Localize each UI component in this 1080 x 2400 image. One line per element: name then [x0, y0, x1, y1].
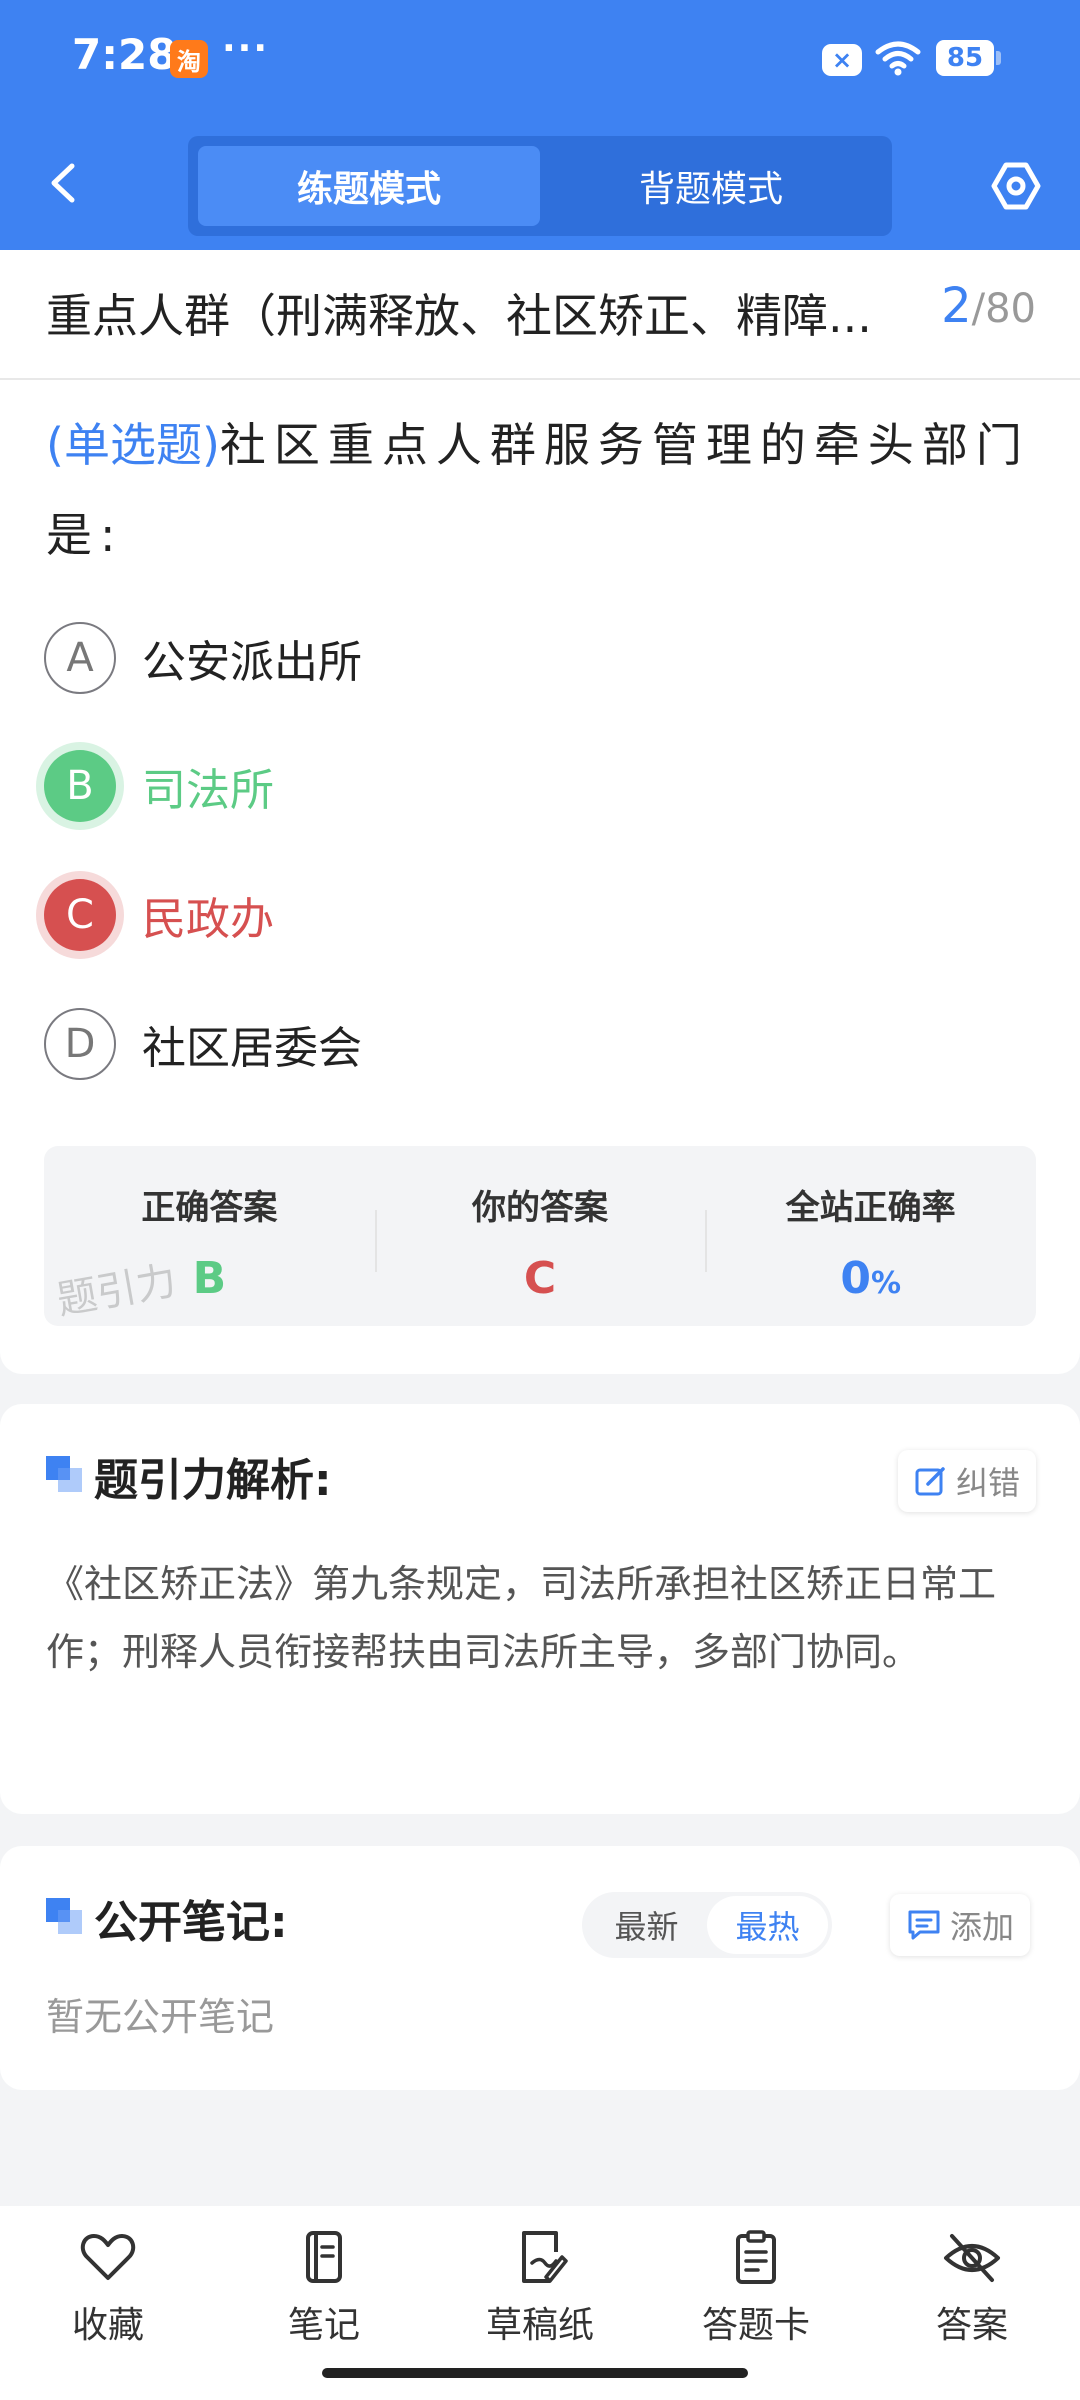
report-error-button[interactable]: 纠错 — [898, 1450, 1037, 1512]
status-time: 7:28 — [72, 30, 177, 79]
accuracy-rate-value: 0% — [840, 1253, 902, 1304]
draft-icon — [522, 2231, 568, 2283]
current-question-number: 2 — [941, 278, 972, 334]
tab-memorize-mode[interactable]: 背题模式 — [540, 146, 882, 226]
eye-off-icon — [944, 2234, 1000, 2282]
nav-label: 笔记 — [287, 2305, 360, 2346]
option-letter-circle: C — [44, 879, 116, 951]
option-letter-circle: B — [44, 750, 116, 822]
option-letter-circle: A — [44, 622, 116, 694]
heart-icon — [80, 2234, 136, 2280]
question-set-title: 重点人群（刑满释放、社区矫正、精障... — [46, 289, 872, 343]
option-b[interactable]: B 司法所 — [44, 748, 274, 824]
stat-label: 正确答案 — [141, 1188, 278, 1228]
nav-label: 收藏 — [71, 2305, 144, 2346]
back-arrow-icon[interactable] — [40, 158, 90, 208]
counter-separator: / — [971, 286, 986, 332]
your-answer-value: C — [523, 1253, 557, 1304]
stat-label: 全站正确率 — [785, 1188, 956, 1228]
analysis-title: 题引力解析: — [94, 1455, 332, 1506]
analysis-card: 题引力解析: 纠错 《社区矫正法》第九条规定，司法所承担社区矫正日常工作；刑释人… — [0, 1404, 1080, 1814]
nav-answer-card[interactable]: 答题卡 — [666, 2230, 846, 2348]
option-text: 社区居委会 — [142, 1023, 362, 1074]
option-text: 司法所 — [142, 765, 274, 816]
question-type-tag: (单选题) — [46, 418, 220, 472]
app-bar: 练题模式 背题模式 — [0, 118, 1080, 250]
settings-icon[interactable] — [990, 160, 1042, 212]
answer-stats-panel: 正确答案 B 题引力 你的答案 C 全站正确率 0% — [44, 1146, 1036, 1326]
more-notifications-icon: ··· — [222, 28, 270, 69]
empty-notes-text: 暂无公开笔记 — [46, 1995, 275, 2039]
total-question-number: 80 — [985, 286, 1036, 332]
public-notes-card: 公开笔记: 最新 最热 添加 暂无公开笔记 — [0, 1846, 1080, 2090]
analysis-text: 《社区矫正法》第九条规定，司法所承担社区矫正日常工作；刑释人员衔接帮扶由司法所主… — [46, 1562, 997, 1674]
your-answer-stat: 你的答案 C — [374, 1146, 706, 1326]
option-d[interactable]: D 社区居委会 — [44, 1006, 362, 1082]
option-text: 公安派出所 — [142, 637, 362, 688]
option-letter-circle: D — [44, 1008, 116, 1080]
sort-latest[interactable]: 最新 — [586, 1896, 707, 1954]
nav-answer-toggle[interactable]: 答案 — [882, 2230, 1062, 2348]
wifi-icon — [875, 41, 921, 76]
mode-switch: 练题模式 背题模式 — [188, 136, 892, 236]
status-bar: 7:28 淘 ··· × 85 — [0, 0, 1080, 118]
correct-answer-stat: 正确答案 B 题引力 — [44, 1146, 375, 1326]
divider — [0, 378, 1080, 380]
report-error-label: 纠错 — [956, 1464, 1021, 1502]
answer-card-icon — [736, 2230, 776, 2284]
battery-icon: 85 — [936, 40, 1001, 76]
nav-draft-paper[interactable]: 草稿纸 — [450, 2230, 630, 2348]
question-counter: 2/80 — [941, 278, 1036, 334]
section-icon — [46, 1456, 82, 1492]
section-icon — [46, 1898, 82, 1934]
edit-icon — [915, 1467, 945, 1496]
tab-practice-mode[interactable]: 练题模式 — [198, 146, 540, 226]
taobao-app-icon: 淘 — [170, 40, 208, 78]
nav-label: 草稿纸 — [485, 2305, 594, 2346]
home-indicator[interactable] — [322, 2368, 748, 2378]
stat-label: 你的答案 — [472, 1188, 608, 1228]
notebook-icon — [306, 2231, 342, 2283]
nav-notes[interactable]: 笔记 — [234, 2230, 414, 2348]
notes-sort-toggle: 最新 最热 — [582, 1892, 832, 1958]
nav-label: 答案 — [935, 2305, 1008, 2346]
accuracy-rate-stat: 全站正确率 0% — [705, 1146, 1036, 1326]
notes-title: 公开笔记: — [94, 1897, 288, 1948]
option-a[interactable]: A 公安派出所 — [44, 620, 362, 696]
add-note-label: 添加 — [950, 1908, 1015, 1946]
sort-hottest[interactable]: 最热 — [707, 1896, 828, 1954]
option-c[interactable]: C 民政办 — [44, 877, 274, 953]
question-stem: (单选题)社区重点人群服务管理的牵头部门是: — [46, 400, 1036, 580]
option-text: 民政办 — [142, 894, 274, 945]
nav-label: 答题卡 — [701, 2305, 810, 2346]
comment-icon — [908, 1910, 940, 1940]
nav-favorite[interactable]: 收藏 — [18, 2230, 198, 2348]
question-card: 重点人群（刑满释放、社区矫正、精障... 2/80 (单选题)社区重点人群服务管… — [0, 250, 1080, 1374]
x-badge-icon: × — [822, 44, 862, 76]
add-note-button[interactable]: 添加 — [890, 1894, 1031, 1956]
